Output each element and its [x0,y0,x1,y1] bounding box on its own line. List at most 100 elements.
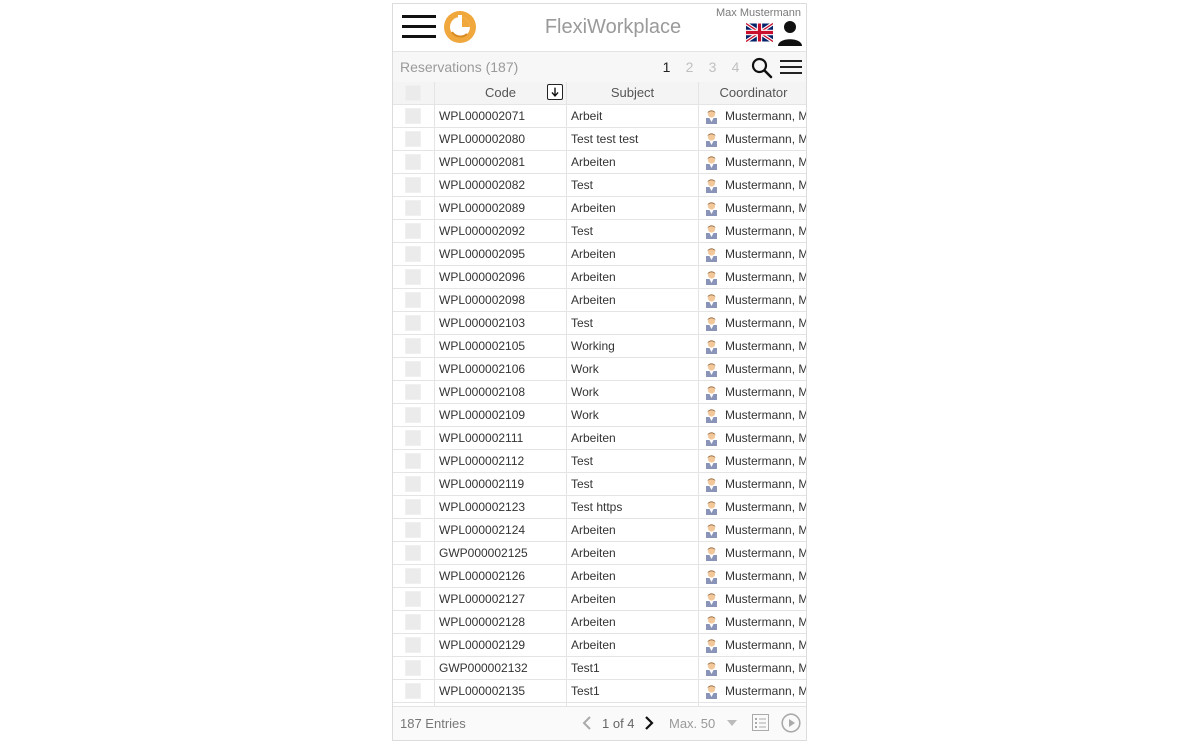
row-checkbox[interactable] [405,637,421,653]
row-checkbox[interactable] [405,108,421,124]
page-size-select[interactable]: Max. 50 [669,716,715,731]
row-checkbox[interactable] [405,223,421,239]
table-row[interactable]: WPL000002103 Test Mustermann, M [393,312,806,335]
row-checkbox[interactable] [405,269,421,285]
row-checkbox[interactable] [405,361,421,377]
row-checkbox[interactable] [405,200,421,216]
coordinator-name: Mustermann, M [725,247,806,261]
table-row[interactable]: WPL000002128 Arbeiten Mustermann, M [393,611,806,634]
coordinator-name: Mustermann, M [725,684,806,698]
hamburger-menu-icon[interactable] [402,14,436,40]
app-header: FlexiWorkplace Max Mustermann [393,4,806,52]
play-circle-icon[interactable] [781,713,801,733]
row-checkbox[interactable] [405,246,421,262]
row-checkbox[interactable] [405,131,421,147]
table-row[interactable]: WPL000002119 Test Mustermann, M [393,473,806,496]
column-header-coordinator[interactable]: Coordinator [699,82,806,104]
row-checkbox[interactable] [405,453,421,469]
row-select-cell [393,588,435,610]
column-header-code-label: Code [484,85,517,100]
row-checkbox[interactable] [405,660,421,676]
subject-cell: Arbeiten [567,542,699,564]
table-row[interactable]: WPL000002126 Arbeiten Mustermann, M [393,565,806,588]
chevron-down-icon[interactable] [727,720,737,726]
subject-cell: Test1 [567,657,699,679]
table-row[interactable]: WPL000002089 Arbeiten Mustermann, M [393,197,806,220]
table-row[interactable]: WPL000002108 Work Mustermann, M [393,381,806,404]
list-view-icon[interactable] [752,714,769,731]
table-row[interactable]: WPL000002098 Arbeiten Mustermann, M [393,289,806,312]
subject-cell: Arbeiten [567,289,699,311]
table-row[interactable]: WPL000002124 Arbeiten Mustermann, M [393,519,806,542]
row-checkbox[interactable] [405,591,421,607]
row-checkbox[interactable] [405,476,421,492]
row-checkbox[interactable] [405,407,421,423]
page-link-3[interactable]: 3 [701,59,724,75]
column-header-code[interactable]: Code [435,82,567,104]
chevron-left-icon[interactable] [581,716,593,730]
list-menu-icon[interactable] [780,60,802,76]
uk-flag-icon[interactable] [746,23,773,42]
page-link-2[interactable]: 2 [678,59,701,75]
row-checkbox[interactable] [405,522,421,538]
subject-cell: Work [567,358,699,380]
row-checkbox[interactable] [405,430,421,446]
sort-down-icon[interactable] [547,84,563,100]
table-row[interactable]: WPL000002109 Work Mustermann, M [393,404,806,427]
person-avatar-icon [706,271,717,285]
table-row[interactable]: WPL000002095 Arbeiten Mustermann, M [393,243,806,266]
chevron-right-icon[interactable] [643,716,655,730]
code-cell: WPL000002123 [435,496,567,518]
table-row[interactable]: WPL000002135 Test1 Mustermann, M [393,680,806,703]
coordinator-cell: Mustermann, M [699,151,806,173]
table-row[interactable]: GWP000002125 Arbeiten Mustermann, M [393,542,806,565]
row-checkbox[interactable] [405,177,421,193]
table-row[interactable]: WPL000002081 Arbeiten Mustermann, M [393,151,806,174]
column-header-subject[interactable]: Subject [567,82,699,104]
page-link-4[interactable]: 4 [724,59,747,75]
row-checkbox[interactable] [405,384,421,400]
table-row[interactable]: WPL000002112 Test Mustermann, M [393,450,806,473]
table-row[interactable]: WPL000002080 Test test test Mustermann, … [393,128,806,151]
table-row[interactable]: GWP000002132 Test1 Mustermann, M [393,657,806,680]
table-body: WPL000002071 Arbeit Mustermann, M WPL000… [393,105,806,709]
reservations-table: Code Subject Coordinator WPL000002071 Ar… [393,82,806,709]
coordinator-name: Mustermann, M [725,592,806,606]
row-checkbox[interactable] [405,338,421,354]
subject-cell: Test https [567,496,699,518]
table-row[interactable]: WPL000002106 Work Mustermann, M [393,358,806,381]
row-checkbox[interactable] [405,683,421,699]
select-all-checkbox[interactable] [405,85,421,101]
user-icon[interactable] [777,20,803,46]
table-row[interactable]: WPL000002071 Arbeit Mustermann, M [393,105,806,128]
table-row[interactable]: WPL000002092 Test Mustermann, M [393,220,806,243]
person-avatar-icon [706,570,717,584]
person-avatar-icon [706,593,717,607]
row-select-cell [393,381,435,403]
page-link-1[interactable]: 1 [655,59,678,75]
row-select-cell [393,519,435,541]
search-icon[interactable] [751,57,773,79]
row-checkbox[interactable] [405,545,421,561]
row-checkbox[interactable] [405,315,421,331]
table-row[interactable]: WPL000002105 Working Mustermann, M [393,335,806,358]
row-checkbox[interactable] [405,568,421,584]
row-checkbox[interactable] [405,614,421,630]
table-row[interactable]: WPL000002123 Test https Mustermann, M [393,496,806,519]
row-select-cell [393,266,435,288]
row-checkbox[interactable] [405,499,421,515]
table-row[interactable]: WPL000002127 Arbeiten Mustermann, M [393,588,806,611]
row-checkbox[interactable] [405,154,421,170]
table-row[interactable]: WPL000002129 Arbeiten Mustermann, M [393,634,806,657]
table-row[interactable]: WPL000002111 Arbeiten Mustermann, M [393,427,806,450]
app-logo[interactable] [443,10,477,44]
code-cell: WPL000002119 [435,473,567,495]
person-avatar-icon [706,179,717,193]
row-select-cell [393,634,435,656]
person-avatar-icon [706,156,717,170]
coordinator-cell: Mustermann, M [699,473,806,495]
row-checkbox[interactable] [405,292,421,308]
table-row[interactable]: WPL000002082 Test Mustermann, M [393,174,806,197]
table-row[interactable]: WPL000002096 Arbeiten Mustermann, M [393,266,806,289]
subject-cell: Test test test [567,128,699,150]
